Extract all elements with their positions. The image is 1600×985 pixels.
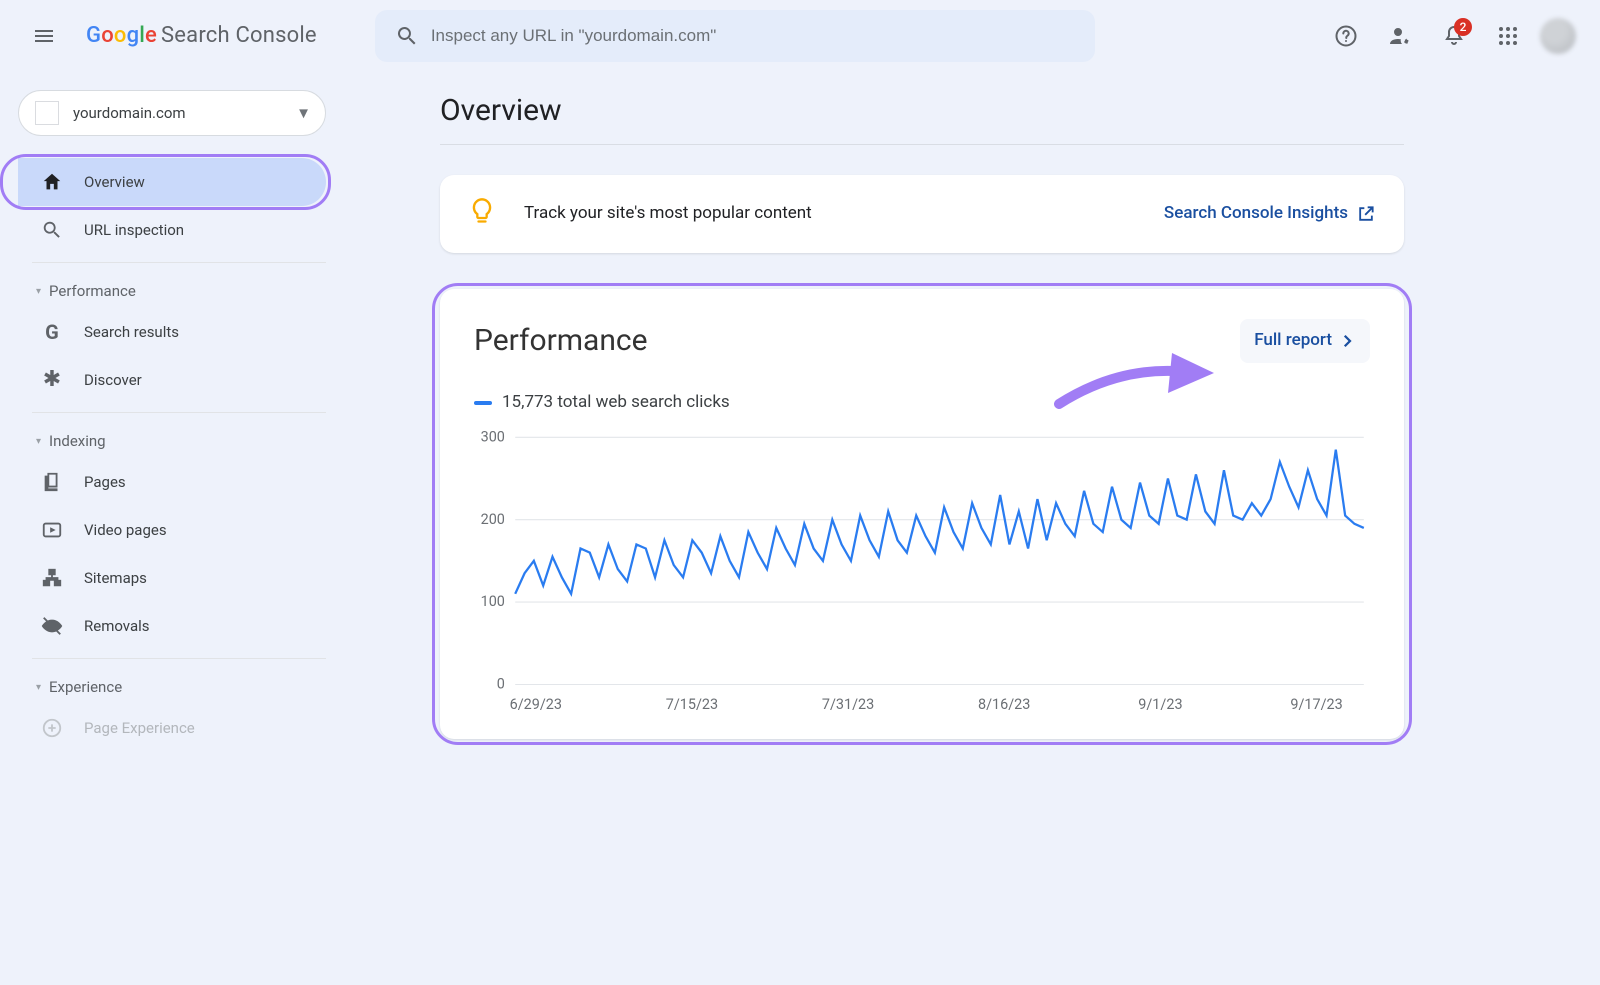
lightbulb-icon [468, 197, 496, 231]
sidebar-item-overview[interactable]: Overview [18, 158, 326, 206]
topbar: Google Search Console 2 [0, 0, 1600, 72]
pages-icon [40, 470, 64, 494]
sidebar-item-label: Overview [84, 172, 326, 193]
banner-message: Track your site's most popular content [524, 202, 812, 226]
users-settings-button[interactable] [1378, 14, 1422, 58]
performance-chart: 0 100 200 300 6/29/23 7/15/23 7/31/23 8/16/23 9… [474, 427, 1370, 715]
full-report-button[interactable]: Full report [1240, 319, 1370, 363]
button-label: Full report [1254, 329, 1332, 353]
google-g-icon: G [40, 320, 64, 344]
sidebar-group-label: Indexing [49, 431, 106, 452]
property-name: yourdomain.com [73, 103, 282, 124]
eye-off-icon [40, 614, 64, 638]
home-icon [40, 170, 64, 194]
sidebar-group-label: Experience [49, 677, 122, 698]
chart-legend: 15,773 total web search clicks [474, 391, 1370, 415]
legend-swatch [474, 401, 492, 405]
notification-badge: 2 [1454, 18, 1472, 36]
main-content: Overview Track your site's most popular … [330, 72, 1440, 739]
svg-text:8/16/23: 8/16/23 [978, 696, 1030, 713]
sidebar-group-performance[interactable]: ▾ Performance [18, 271, 326, 308]
sidebar-item-video-pages[interactable]: Video pages [18, 506, 326, 554]
svg-text:9/17/23: 9/17/23 [1290, 696, 1342, 713]
svg-text:6/29/23: 6/29/23 [510, 696, 562, 713]
legend-label: 15,773 total web search clicks [502, 391, 730, 415]
sidebar: yourdomain.com ▼ Overview URL inspection… [0, 72, 330, 752]
sidebar-item-discover[interactable]: ✱ Discover [18, 356, 326, 404]
sidebar-item-pages[interactable]: Pages [18, 458, 326, 506]
triangle-down-icon: ▾ [36, 435, 41, 449]
sidebar-item-label: Search results [84, 322, 326, 343]
discover-icon: ✱ [40, 368, 64, 392]
app-logo[interactable]: Google Search Console [86, 21, 317, 52]
property-icon [35, 101, 59, 125]
apps-launcher[interactable] [1486, 14, 1530, 58]
sidebar-item-label: URL inspection [84, 220, 326, 241]
svg-text:9/1/23: 9/1/23 [1138, 696, 1182, 713]
insights-link[interactable]: Search Console Insights [1164, 202, 1376, 226]
sitemap-icon [40, 566, 64, 590]
page-title: Overview [440, 96, 1404, 126]
svg-text:7/15/23: 7/15/23 [666, 696, 718, 713]
account-avatar[interactable] [1540, 18, 1576, 54]
help-icon [1334, 24, 1358, 48]
sidebar-item-label: Video pages [84, 520, 326, 541]
property-selector[interactable]: yourdomain.com ▼ [18, 90, 326, 136]
search-input[interactable] [429, 25, 1085, 47]
sidebar-item-label: Removals [84, 616, 326, 637]
caret-down-icon: ▼ [296, 103, 311, 124]
sidebar-item-label: Sitemaps [84, 568, 326, 589]
triangle-down-icon: ▾ [36, 285, 41, 299]
open-external-icon [1356, 204, 1376, 224]
sidebar-group-indexing[interactable]: ▾ Indexing [18, 421, 326, 458]
svg-text:200: 200 [481, 510, 505, 527]
menu-button[interactable] [20, 12, 68, 60]
sidebar-item-label: Page Experience [84, 718, 326, 739]
apps-grid-icon [1496, 24, 1520, 48]
sidebar-item-sitemaps[interactable]: Sitemaps [18, 554, 326, 602]
search-icon [40, 218, 64, 242]
insights-banner: Track your site's most popular content S… [440, 175, 1404, 253]
circle-plus-icon [40, 716, 64, 740]
google-wordmark: Google [86, 21, 157, 52]
app-name: Search Console [161, 21, 317, 52]
triangle-down-icon: ▾ [36, 681, 41, 695]
search-bar[interactable] [375, 10, 1095, 62]
svg-text:7/31/23: 7/31/23 [822, 696, 874, 713]
user-gear-icon [1388, 24, 1412, 48]
help-button[interactable] [1324, 14, 1368, 58]
svg-text:300: 300 [481, 428, 505, 445]
video-icon [40, 518, 64, 542]
sidebar-group-experience[interactable]: ▾ Experience [18, 667, 326, 704]
svg-text:100: 100 [481, 593, 505, 610]
sidebar-group-label: Performance [49, 281, 136, 302]
sidebar-item-page-experience[interactable]: Page Experience [18, 704, 326, 752]
search-icon [395, 24, 419, 48]
sidebar-item-label: Pages [84, 472, 326, 493]
sidebar-item-search-results[interactable]: G Search results [18, 308, 326, 356]
sidebar-item-removals[interactable]: Removals [18, 602, 326, 650]
notifications-button[interactable]: 2 [1432, 14, 1476, 58]
performance-card: Performance Full report 15,773 total web… [440, 289, 1404, 739]
sidebar-item-url-inspection[interactable]: URL inspection [18, 206, 326, 254]
link-label: Search Console Insights [1164, 202, 1348, 226]
svg-text:0: 0 [497, 675, 505, 692]
sidebar-item-label: Discover [84, 370, 326, 391]
chevron-right-icon [1338, 332, 1356, 350]
hamburger-icon [32, 24, 56, 48]
card-title: Performance [474, 320, 648, 362]
